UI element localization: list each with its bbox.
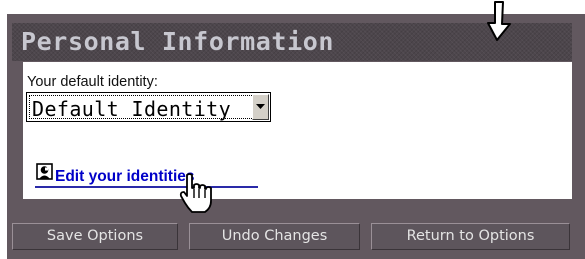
default-identity-label: Your default identity: (27, 74, 158, 90)
down-arrow-icon (487, 1, 511, 41)
content-panel: Your default identity: Default Identity … (23, 62, 572, 199)
select-value: Default Identity (32, 97, 232, 121)
select-dropdown-button[interactable] (252, 94, 269, 120)
person-icon (36, 163, 53, 180)
button-bar: Save Options Undo Changes Return to Opti… (12, 209, 585, 259)
edit-identities-row[interactable]: Edit your identities (35, 159, 275, 189)
return-to-options-button[interactable]: Return to Options (371, 223, 570, 250)
select-focus-ring: Default Identity (29, 95, 268, 121)
section-title: Personal Information (21, 27, 335, 56)
undo-changes-button[interactable]: Undo Changes (189, 223, 360, 250)
default-identity-select[interactable]: Default Identity (26, 92, 271, 122)
hand-pointer-icon (179, 173, 212, 213)
edit-link-underline (35, 186, 258, 188)
save-options-button[interactable]: Save Options (12, 223, 178, 250)
edit-identities-link[interactable]: Edit your identities (55, 167, 195, 187)
chevron-down-icon (256, 104, 265, 109)
